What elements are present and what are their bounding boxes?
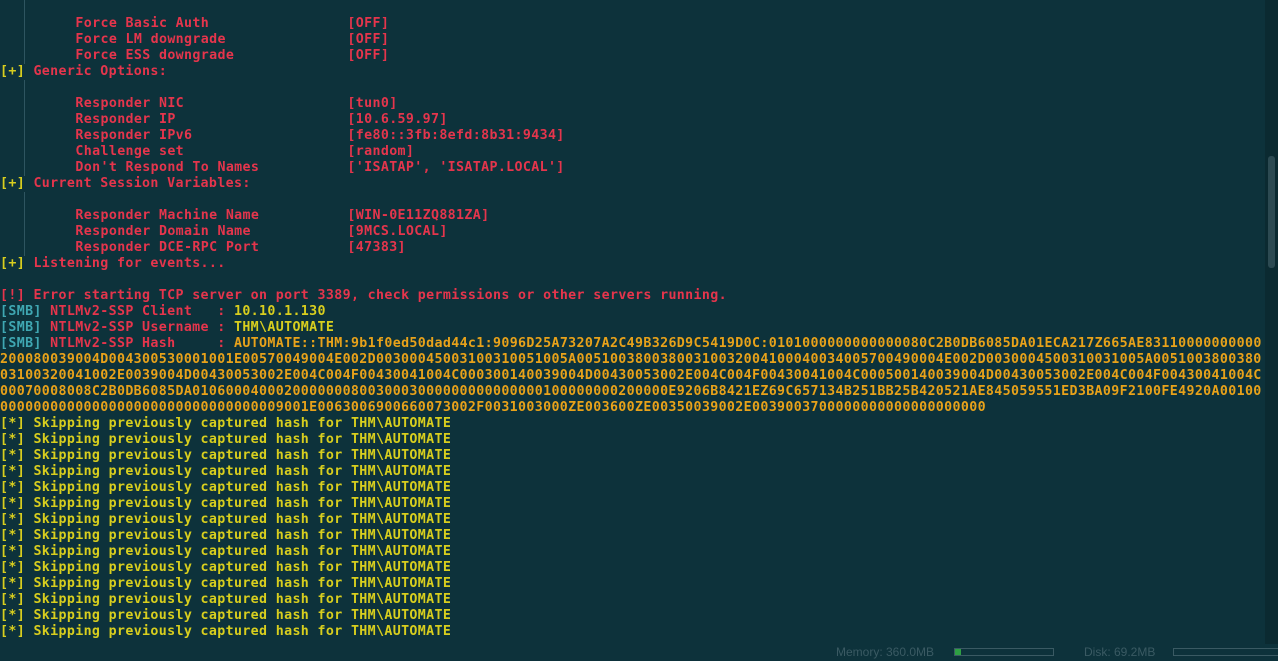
skip-lines: [*] Skipping previously captured hash fo… (0, 416, 1265, 640)
skip-line: [*] Skipping previously captured hash fo… (0, 560, 1265, 576)
section-heading: Current Session Variables: (33, 176, 251, 191)
memory-bar-fill (955, 649, 961, 655)
disk-bar (1173, 648, 1278, 656)
smb-tag: [SMB] (0, 336, 42, 351)
scrollbar-thumb[interactable] (1268, 156, 1275, 268)
skip-text: Skipping previously captured hash for TH… (33, 576, 452, 591)
smb-label: NTLMv2-SSP Client : (50, 304, 234, 319)
skip-prefix: [*] (0, 544, 26, 559)
scrollbar[interactable] (1265, 0, 1278, 661)
skip-prefix: [*] (0, 512, 26, 527)
blank-line (0, 48, 1265, 64)
skip-text: Skipping previously captured hash for TH… (33, 624, 452, 639)
section-heading-generic: [+] Generic Options: (0, 64, 1265, 80)
smb-tag: [SMB] (0, 304, 42, 319)
error-text: Error starting TCP server on port 3389, … (33, 288, 727, 303)
setting-row: Responder NIC [tun0] (0, 80, 1265, 111)
blank-line (0, 240, 1265, 256)
skip-line: [*] Skipping previously captured hash fo… (0, 576, 1265, 592)
smb-username-value: THM\AUTOMATE (233, 320, 335, 335)
skip-text: Skipping previously captured hash for TH… (33, 464, 452, 479)
skip-text: Skipping previously captured hash for TH… (33, 496, 452, 511)
skip-line: [*] Skipping previously captured hash fo… (0, 496, 1265, 512)
smb-client-line: [SMB] NTLMv2-SSP Client : 10.10.1.130 (0, 304, 1265, 320)
skip-prefix: [*] (0, 416, 26, 431)
skip-prefix: [*] (0, 496, 26, 511)
smb-tag: [SMB] (0, 320, 42, 335)
setting-row: Responder DCE-RPC Port [47383] (0, 224, 1265, 255)
skip-text: Skipping previously captured hash for TH… (33, 560, 452, 575)
section-heading-session: [+] Current Session Variables: (0, 176, 1265, 192)
skip-line: [*] Skipping previously captured hash fo… (0, 480, 1265, 496)
skip-text: Skipping previously captured hash for TH… (33, 480, 452, 495)
skip-line: [*] Skipping previously captured hash fo… (0, 544, 1265, 560)
skip-line: [*] Skipping previously captured hash fo… (0, 416, 1265, 432)
section-heading: Generic Options: (33, 64, 168, 79)
setting-row: Challenge set [random] (0, 128, 1265, 159)
skip-line: [*] Skipping previously captured hash fo… (0, 624, 1265, 640)
skip-line: [*] Skipping previously captured hash fo… (0, 512, 1265, 528)
skip-line: [*] Skipping previously captured hash fo… (0, 608, 1265, 624)
setting-row: Force Basic Auth [OFF] (0, 0, 1265, 31)
setting-row: Responder Machine Name [WIN-0E11ZQ881ZA] (0, 192, 1265, 223)
skip-text: Skipping previously captured hash for TH… (33, 528, 452, 543)
skip-prefix: [*] (0, 480, 26, 495)
listening-text: Listening for events... (33, 256, 226, 271)
info-prefix: [+] (0, 176, 26, 191)
setting-row: Don't Respond To Names ['ISATAP', 'ISATAP… (0, 144, 1265, 175)
skip-prefix: [*] (0, 464, 26, 479)
error-line: [!] Error starting TCP server on port 33… (0, 288, 1265, 304)
skip-line: [*] Skipping previously captured hash fo… (0, 448, 1265, 464)
status-bar: Memory: 360.0MB Disk: 69.2MB (830, 644, 1278, 661)
skip-prefix: [*] (0, 608, 26, 623)
skip-text: Skipping previously captured hash for TH… (33, 592, 452, 607)
smb-client-value: 10.10.1.130 (233, 304, 326, 319)
setting-row: Force LM downgrade [OFF] (0, 16, 1265, 47)
smb-hash-block: [SMB] NTLMv2-SSP Hash : AUTOMATE::THM:9b… (0, 336, 1265, 416)
terminal-output[interactable]: Force Basic Auth [OFF] Force LM downgrade… (0, 0, 1265, 661)
setting-row: Responder IPv6 [fe80::3fb:8efd:8b31:9434] (0, 112, 1265, 143)
skip-text: Skipping previously captured hash for TH… (33, 432, 452, 447)
skip-line: [*] Skipping previously captured hash fo… (0, 592, 1265, 608)
error-prefix: [!] (0, 288, 26, 303)
skip-prefix: [*] (0, 432, 26, 447)
skip-line: [*] Skipping previously captured hash fo… (0, 432, 1265, 448)
memory-bar (954, 648, 1054, 656)
skip-prefix: [*] (0, 592, 26, 607)
skip-text: Skipping previously captured hash for TH… (33, 416, 452, 431)
skip-text: Skipping previously captured hash for TH… (33, 448, 452, 463)
setting-row: Responder Domain Name [9MCS.LOCAL] (0, 208, 1265, 239)
smb-label: NTLMv2-SSP Username : (50, 320, 234, 335)
listening-line: [+] Listening for events... (0, 256, 1265, 272)
setting-row: Responder IP [10.6.59.97] (0, 96, 1265, 127)
skip-prefix: [*] (0, 448, 26, 463)
memory-label: Memory: 360.0MB (836, 645, 935, 659)
info-prefix: [+] (0, 256, 26, 271)
skip-line: [*] Skipping previously captured hash fo… (0, 464, 1265, 480)
setting-row: Force ESS downgrade [OFF] (0, 32, 1265, 63)
skip-prefix: [*] (0, 560, 26, 575)
skip-prefix: [*] (0, 576, 26, 591)
smb-username-line: [SMB] NTLMv2-SSP Username : THM\AUTOMATE (0, 320, 1265, 336)
smb-label: NTLMv2-SSP Hash : (50, 336, 234, 351)
blank-line (0, 160, 1265, 176)
skip-prefix: [*] (0, 528, 26, 543)
disk-label: Disk: 69.2MB (1084, 645, 1156, 659)
info-prefix: [+] (0, 64, 26, 79)
skip-text: Skipping previously captured hash for TH… (33, 544, 452, 559)
skip-text: Skipping previously captured hash for TH… (33, 512, 452, 527)
skip-line: [*] Skipping previously captured hash fo… (0, 528, 1265, 544)
skip-text: Skipping previously captured hash for TH… (33, 608, 452, 623)
skip-prefix: [*] (0, 624, 26, 639)
